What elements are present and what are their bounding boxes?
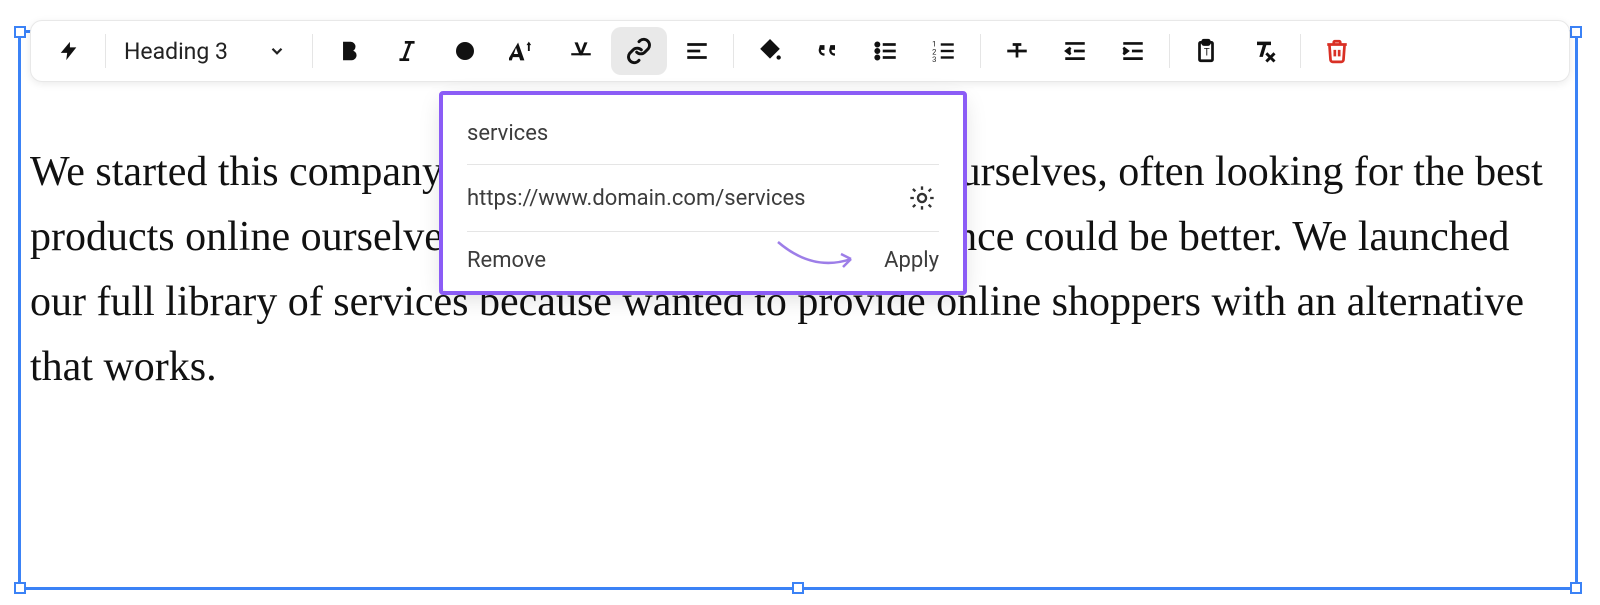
resize-handle-tr[interactable] [1570,26,1582,38]
paint-bucket-icon [757,38,783,64]
link-text-input[interactable] [467,119,939,148]
text-format-select[interactable]: Heading 3 [114,27,304,75]
divider [467,231,939,232]
text-style-icon [568,38,594,64]
resize-handle-br[interactable] [1570,582,1582,594]
quick-actions-button[interactable] [41,27,97,75]
bold-icon [336,38,362,64]
paste-button[interactable]: T [1178,27,1234,75]
clipboard-icon: T [1193,38,1219,64]
divider [467,164,939,165]
italic-button[interactable] [379,27,435,75]
numbered-list-icon: 123 [931,38,957,64]
lightning-icon [58,36,80,66]
text-color-button[interactable] [437,27,493,75]
divider [312,34,313,68]
outdent-button[interactable] [1047,27,1103,75]
clear-format-button[interactable] [1236,27,1292,75]
strikethrough-alt-button[interactable] [989,27,1045,75]
link-settings-button[interactable] [905,181,939,215]
clear-format-icon [1250,37,1278,65]
highlight-button[interactable] [742,27,798,75]
indent-icon [1120,38,1146,64]
quote-icon [814,37,842,65]
gear-icon [908,184,936,212]
divider [105,34,106,68]
bold-button[interactable] [321,27,377,75]
align-left-icon [684,38,710,64]
resize-handle-bm[interactable] [792,582,804,594]
apply-link-button[interactable]: Apply [884,248,939,273]
delete-button[interactable] [1309,27,1365,75]
resize-handle-tl[interactable] [14,26,26,38]
remove-link-button[interactable]: Remove [467,248,546,273]
font-size-button[interactable] [495,27,551,75]
indent-button[interactable] [1105,27,1161,75]
strikethrough-icon [1004,38,1030,64]
align-button[interactable] [669,27,725,75]
resize-handle-bl[interactable] [14,582,26,594]
svg-text:3: 3 [932,55,936,64]
divider [1300,34,1301,68]
link-button[interactable] [611,27,667,75]
link-url-input[interactable] [467,184,905,213]
link-popover: Remove Apply [443,95,963,291]
divider [980,34,981,68]
italic-icon [394,38,420,64]
link-icon [625,37,653,65]
quote-button[interactable] [800,27,856,75]
divider [733,34,734,68]
trash-icon [1324,38,1350,64]
bullet-list-button[interactable] [858,27,914,75]
strikethrough-button[interactable] [553,27,609,75]
text-format-label: Heading 3 [124,38,228,65]
outdent-icon [1062,38,1088,64]
bullet-list-icon [873,38,899,64]
numbered-list-button[interactable]: 123 [916,27,972,75]
font-size-icon [509,37,537,65]
text-color-icon [453,39,477,63]
formatting-toolbar: Heading 3 [30,20,1570,82]
svg-text:T: T [1204,47,1210,58]
divider [1169,34,1170,68]
chevron-down-icon [268,42,286,60]
